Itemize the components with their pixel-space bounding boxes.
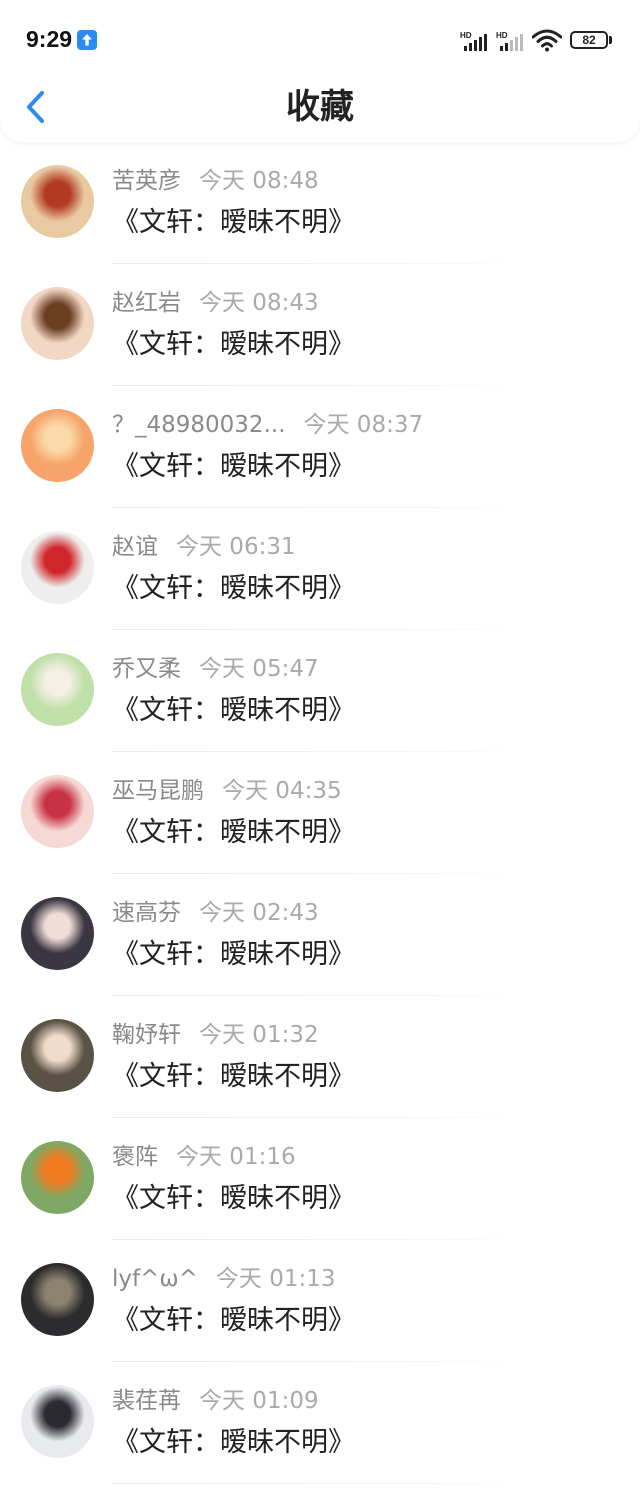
item-meta: 巫马昆鹏 今天 04:35 [112,776,342,806]
avatar[interactable] [21,1141,94,1214]
status-time: 9:29 [26,26,73,52]
avatar[interactable] [21,653,94,726]
list-item[interactable]: 乔又柔 今天 05:47 《文轩：暧昧不明》 [0,630,640,752]
message-text: 《文轩：暧昧不明》 [112,329,355,360]
avatar[interactable] [21,1385,94,1458]
timestamp: 今天 04:35 [222,778,342,804]
cellular-signal-2-icon: HD [496,30,528,56]
message-text: 《文轩：暧昧不明》 [112,207,355,238]
header-bar: 9:29 HD HD 82 收藏 [0,0,640,142]
timestamp: 今天 08:37 [303,412,424,438]
user-name: lyf^ω^ [112,1266,198,1292]
message-text: 《文轩：暧昧不明》 [112,1427,355,1458]
user-name: 苦英彦 [112,168,181,194]
message-text: 《文轩：暧昧不明》 [112,817,355,848]
avatar[interactable] [21,1263,94,1336]
list-item[interactable]: 苦英彦 今天 08:48 《文轩：暧昧不明》 [0,142,640,264]
item-meta: lyf^ω^ 今天 01:13 [112,1264,336,1294]
timestamp: 今天 08:43 [199,290,319,316]
status-bar: 9:29 HD HD 82 [0,0,640,80]
avatar[interactable] [21,897,94,970]
divider [112,1483,530,1484]
item-meta: 褒阵 今天 01:16 [112,1142,296,1172]
timestamp: 今天 06:31 [176,534,296,560]
item-meta: 鞠妤轩 今天 01:32 [112,1020,319,1050]
timestamp: 今天 05:47 [199,656,319,682]
list-item[interactable]: 鞠妤轩 今天 01:32 《文轩：暧昧不明》 [0,996,640,1118]
user-name: 赵红岩 [112,290,181,316]
wifi-icon [531,28,563,56]
battery-indicator: 82 [570,31,608,49]
avatar[interactable] [21,409,94,482]
message-text: 《文轩：暧昧不明》 [112,695,355,726]
list-item[interactable]: 裴荏苒 今天 01:09 《文轩：暧昧不明》 [0,1362,640,1484]
timestamp: 今天 01:16 [176,1144,296,1170]
network-type-2: HD [496,31,508,40]
timestamp: 今天 08:48 [199,168,319,194]
battery-tip [609,36,612,44]
network-type-1: HD [460,31,472,40]
message-text: 《文轩：暧昧不明》 [112,1061,355,1092]
list-item[interactable]: 褒阵 今天 01:16 《文轩：暧昧不明》 [0,1118,640,1240]
favorites-list: 苦英彦 今天 08:48 《文轩：暧昧不明》 赵红岩 今天 08:43 《文轩：暧昧不明》… [0,142,640,1484]
item-meta: 速高芬 今天 02:43 [112,898,319,928]
timestamp: 今天 01:09 [199,1388,319,1414]
user-name: 速高芬 [112,900,181,926]
avatar[interactable] [21,1019,94,1092]
user-name: 赵谊 [112,534,158,560]
item-meta: ？_48980032... 今天 08:37 [112,410,423,440]
avatar[interactable] [21,287,94,360]
list-item[interactable]: lyf^ω^ 今天 01:13 《文轩：暧昧不明》 [0,1240,640,1362]
message-text: 《文轩：暧昧不明》 [112,451,355,482]
list-item[interactable]: 巫马昆鹏 今天 04:35 《文轩：暧昧不明》 [0,752,640,874]
list-item[interactable]: 赵谊 今天 06:31 《文轩：暧昧不明》 [0,508,640,630]
avatar[interactable] [21,165,94,238]
cellular-signal-1-icon: HD [460,30,492,56]
item-meta: 赵谊 今天 06:31 [112,532,296,562]
list-item[interactable]: 赵红岩 今天 08:43 《文轩：暧昧不明》 [0,264,640,386]
user-name: 巫马昆鹏 [112,778,204,804]
item-meta: 赵红岩 今天 08:43 [112,288,319,318]
timestamp: 今天 02:43 [199,900,319,926]
message-text: 《文轩：暧昧不明》 [112,939,355,970]
avatar[interactable] [21,775,94,848]
avatar[interactable] [21,531,94,604]
message-text: 《文轩：暧昧不明》 [112,573,355,604]
user-name: 褒阵 [112,1144,158,1170]
user-name: 裴荏苒 [112,1388,181,1414]
item-meta: 苦英彦 今天 08:48 [112,166,319,196]
list-item[interactable]: ？_48980032... 今天 08:37 《文轩：暧昧不明》 [0,386,640,508]
list-item[interactable]: 速高芬 今天 02:43 《文轩：暧昧不明》 [0,874,640,996]
user-name: 乔又柔 [112,656,181,682]
user-name: 鞠妤轩 [112,1022,181,1048]
item-meta: 乔又柔 今天 05:47 [112,654,319,684]
item-meta: 裴荏苒 今天 01:09 [112,1386,319,1416]
timestamp: 今天 01:13 [215,1266,336,1292]
upload-arrow-icon [77,30,97,50]
page-title: 收藏 [286,87,354,127]
message-text: 《文轩：暧昧不明》 [112,1183,355,1214]
user-name: ？_48980032... [112,412,286,438]
timestamp: 今天 01:32 [199,1022,319,1048]
message-text: 《文轩：暧昧不明》 [112,1305,355,1336]
